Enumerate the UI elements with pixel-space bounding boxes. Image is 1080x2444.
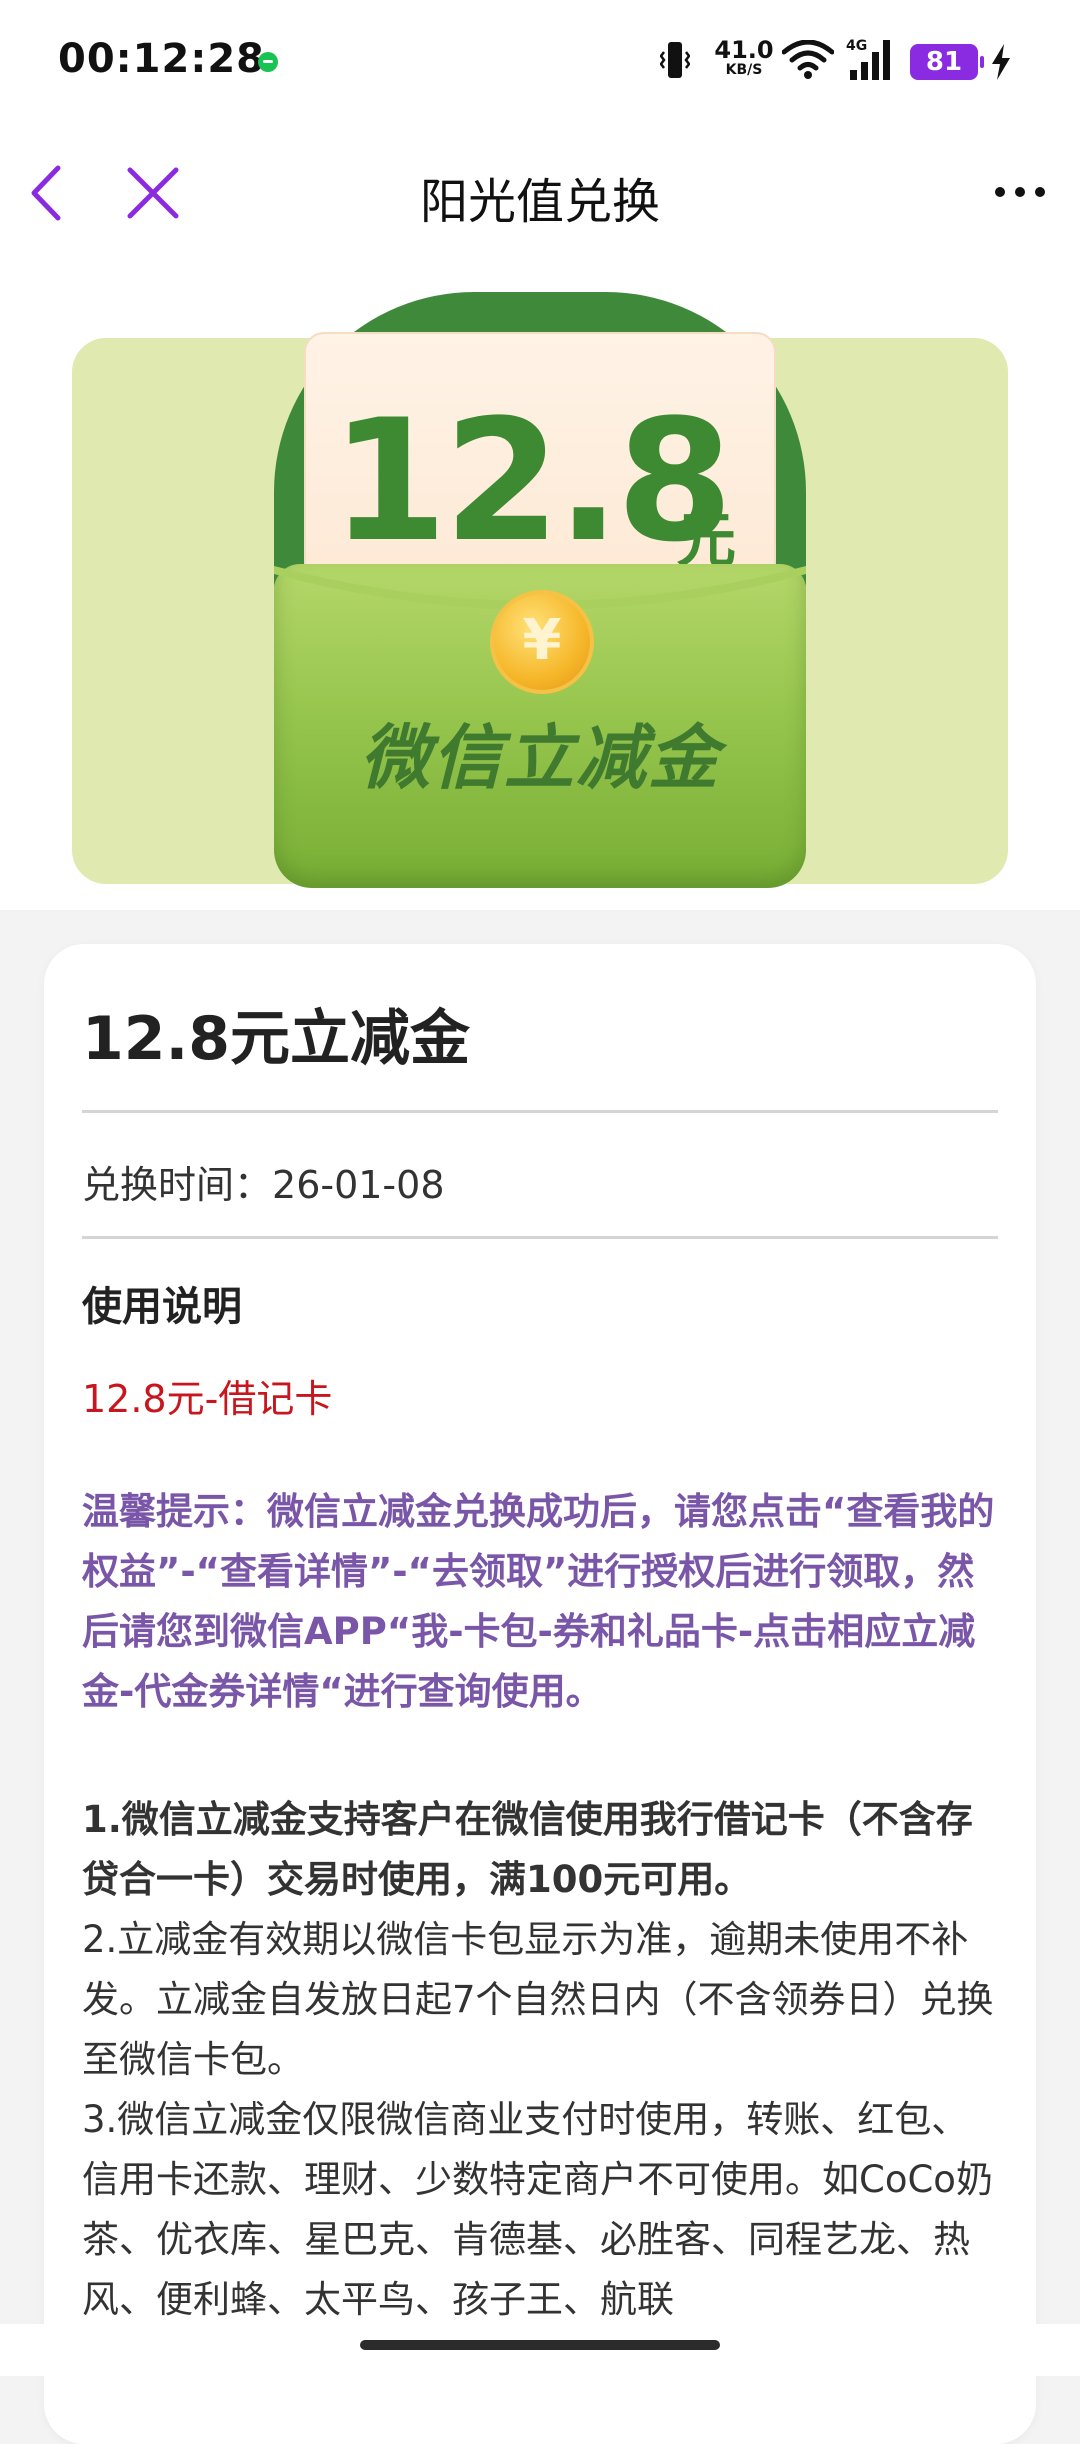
- card-type-text: 12.8元-借记卡: [82, 1377, 333, 1421]
- detail-card: 12.8元立减金 兑换时间：26-01-08 使用说明 12.8元-借记卡 温馨…: [44, 944, 1036, 2444]
- more-icon[interactable]: [990, 172, 1050, 212]
- divider: [82, 1110, 998, 1113]
- wechat-dot-icon: [258, 52, 278, 72]
- rule-2: 2.立减金有效期以微信卡包显示为准，逾期未使用不补发。立减金自发放日起7个自然日…: [82, 1918, 994, 2081]
- currency-symbol: ¥: [522, 608, 562, 673]
- warm-tip: 温馨提示：微信立减金兑换成功后，请您点击“查看我的权益”-“查看详情”-“去领取…: [82, 1490, 995, 1713]
- exchange-time-label: 兑换时间：: [82, 1163, 273, 1207]
- vibrate-icon: [660, 42, 690, 78]
- net-speed-value: 41.0: [714, 36, 774, 64]
- nav-bar: 阳光值兑换: [0, 120, 1080, 266]
- net-speed-unit: KB/S: [725, 62, 763, 78]
- bottom-bar: [0, 2324, 1080, 2376]
- usage-instructions-title: 使用说明: [82, 1284, 242, 1330]
- signal-icon: 4G: [846, 38, 890, 80]
- page-title: 阳光值兑换: [419, 174, 660, 230]
- divider: [82, 1236, 998, 1239]
- network-type: 4G: [846, 38, 867, 54]
- status-time: 00:12:28: [58, 36, 265, 82]
- home-indicator[interactable]: [360, 2340, 720, 2350]
- exchange-time-value: 26-01-08: [272, 1163, 445, 1207]
- battery-icon: 81: [910, 44, 984, 80]
- coin-icon: ¥: [490, 590, 594, 694]
- rule-3: 3.微信立减金仅限微信商业支付时使用，转账、红包、信用卡还款、理财、少数特定商户…: [82, 2098, 993, 2321]
- banner: 12.8 元 ¥ 微信立减金: [0, 266, 1080, 910]
- wifi-icon: [782, 40, 834, 79]
- exchange-time: 兑换时间：26-01-08: [82, 1154, 445, 1209]
- status-bar: 00:12:28 41.0 KB/S 4G 81: [0, 0, 1080, 120]
- rule-1: 1.微信立减金支持客户在微信使用我行借记卡（不含存贷合一卡）交易时使用，满100…: [82, 1798, 973, 1901]
- voucher-title: 12.8元立减金: [82, 1004, 471, 1074]
- charging-bolt-icon: [992, 44, 1010, 80]
- net-speed: 41.0 KB/S: [712, 38, 776, 78]
- voucher-label: 微信立减金: [360, 717, 720, 799]
